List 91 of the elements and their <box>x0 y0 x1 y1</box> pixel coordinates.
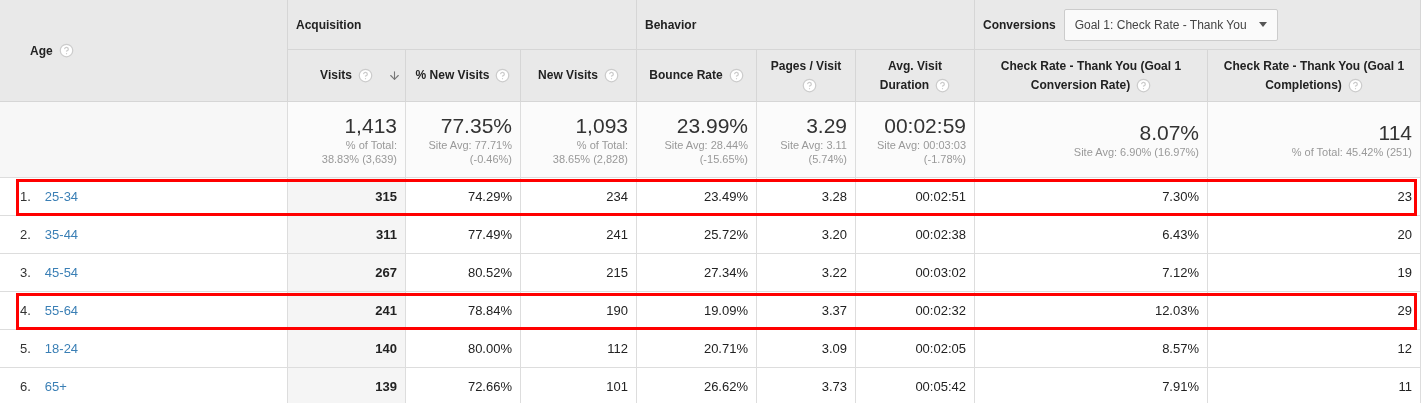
group-label: Conversions <box>983 17 1056 32</box>
total-detail: % of Total: <box>345 137 397 152</box>
table-cell: 25.72% <box>637 216 757 254</box>
column-label: % New Visits <box>415 66 511 85</box>
table-cell: 3.09 <box>757 330 856 368</box>
total-value: 00:02:59 <box>884 113 966 138</box>
age-link[interactable]: 35-44 <box>44 227 79 242</box>
column-header[interactable]: Age <box>0 0 288 102</box>
age-link[interactable]: 65+ <box>44 379 67 394</box>
column-header[interactable]: % New Visits <box>406 50 521 102</box>
total-detail: (-0.46%) <box>469 151 512 166</box>
total-detail: 38.65% (2,828) <box>552 151 628 166</box>
help-icon[interactable] <box>58 43 74 58</box>
total-detail: Site Avg: 3.11 <box>780 137 847 152</box>
row-rank: 3. <box>20 265 31 280</box>
column-header[interactable]: Pages / Visit <box>757 50 856 102</box>
column-header[interactable]: Check Rate - Thank You (Goal 1 Conversion Rate) <box>975 50 1208 102</box>
caret-icon <box>1258 22 1267 27</box>
help-icon[interactable] <box>1136 77 1152 93</box>
table-cell: 20 <box>1208 216 1421 254</box>
help-icon[interactable] <box>357 68 373 84</box>
help-icon[interactable] <box>728 68 744 84</box>
age-link[interactable]: 18-24 <box>44 341 79 356</box>
column-header[interactable]: Check Rate - Thank You (Goal 1 Completions) <box>1208 50 1421 102</box>
column-label: Pages / Visit <box>765 56 847 95</box>
total-detail: Site Avg: 28.44% <box>664 137 748 152</box>
column-label: Check Rate - Thank You (Goal 1 Conversion Rate) <box>999 57 1183 95</box>
age-link[interactable]: 55-64 <box>44 303 79 318</box>
total-detail: % of Total: 45.42% (251) <box>1291 144 1412 159</box>
column-header[interactable]: Visits <box>288 50 406 102</box>
total-detail: (-1.78%) <box>923 151 966 166</box>
table-cell: 3.22 <box>757 254 856 292</box>
column-label: Check Rate - Thank You (Goal 1 Completions) <box>1222 57 1406 95</box>
table-cell: 139 <box>288 368 406 403</box>
table-cell: 267 <box>288 254 406 292</box>
table-cell: 311 <box>288 216 406 254</box>
sort-arrow-icon[interactable] <box>388 69 401 82</box>
column-label: Visits <box>320 66 373 85</box>
goal-dropdown[interactable]: Goal 1: Check Rate - Thank You <box>1063 8 1278 41</box>
row-rank: 6. <box>20 379 31 394</box>
group-label: Behavior <box>645 17 697 32</box>
table-cell: 6.43% <box>975 216 1208 254</box>
table-cell: 00:03:02 <box>856 254 975 292</box>
column-header[interactable]: Bounce Rate <box>637 50 757 102</box>
table-cell: 12 <box>1208 330 1421 368</box>
age-link[interactable]: 25-34 <box>44 189 79 204</box>
table-cell: 7.12% <box>975 254 1208 292</box>
table-cell: 27.34% <box>637 254 757 292</box>
column-header[interactable]: New Visits <box>521 50 637 102</box>
total-detail: (5.74%) <box>808 151 847 166</box>
help-icon[interactable] <box>935 77 951 93</box>
total-value: 3.29 <box>806 113 847 138</box>
column-header[interactable]: Avg. Visit Duration <box>856 50 975 102</box>
column-label: New Visits <box>538 66 619 85</box>
table-cell: 112 <box>521 330 637 368</box>
total-detail: % of Total: <box>576 137 628 152</box>
table-cell: 140 <box>288 330 406 368</box>
total-detail: (-15.65%) <box>699 151 748 166</box>
total-detail: Site Avg: 00:03:03 <box>876 137 966 152</box>
row-rank: 1. <box>20 189 31 204</box>
help-icon[interactable] <box>1347 77 1363 93</box>
total-value: 77.35% <box>440 113 512 138</box>
table-cell: 80.00% <box>406 330 521 368</box>
table-cell: 77.49% <box>406 216 521 254</box>
table-cell: 3.20 <box>757 216 856 254</box>
help-icon[interactable] <box>495 68 511 84</box>
table-cell: 80.52% <box>406 254 521 292</box>
row-rank: 2. <box>20 227 31 242</box>
group-label: Acquisition <box>296 17 362 32</box>
total-value: 1,413 <box>344 113 397 138</box>
table-cell: 19 <box>1208 254 1421 292</box>
table-cell: 8.57% <box>975 330 1208 368</box>
table-cell: 215 <box>521 254 637 292</box>
column-label: Avg. Visit Duration <box>864 56 966 95</box>
total-value: 114 <box>1378 120 1412 145</box>
total-detail: Site Avg: 6.90% (16.97%) <box>1073 144 1199 159</box>
table-cell: 241 <box>521 216 637 254</box>
total-value: 1,093 <box>575 113 628 138</box>
row-rank: 5. <box>20 341 31 356</box>
row-rank: 4. <box>20 303 31 318</box>
column-label: Bounce Rate <box>649 66 744 85</box>
total-value: 23.99% <box>676 113 748 138</box>
total-detail: Site Avg: 77.71% <box>428 137 512 152</box>
help-icon[interactable] <box>801 77 817 93</box>
table-cell: 20.71% <box>637 330 757 368</box>
table-cell: 00:02:05 <box>856 330 975 368</box>
help-icon[interactable] <box>603 68 619 84</box>
total-value: 8.07% <box>1139 120 1199 145</box>
table-cell: 00:02:38 <box>856 216 975 254</box>
total-detail: 38.83% (3,639) <box>321 151 397 166</box>
age-link[interactable]: 45-54 <box>44 265 79 280</box>
